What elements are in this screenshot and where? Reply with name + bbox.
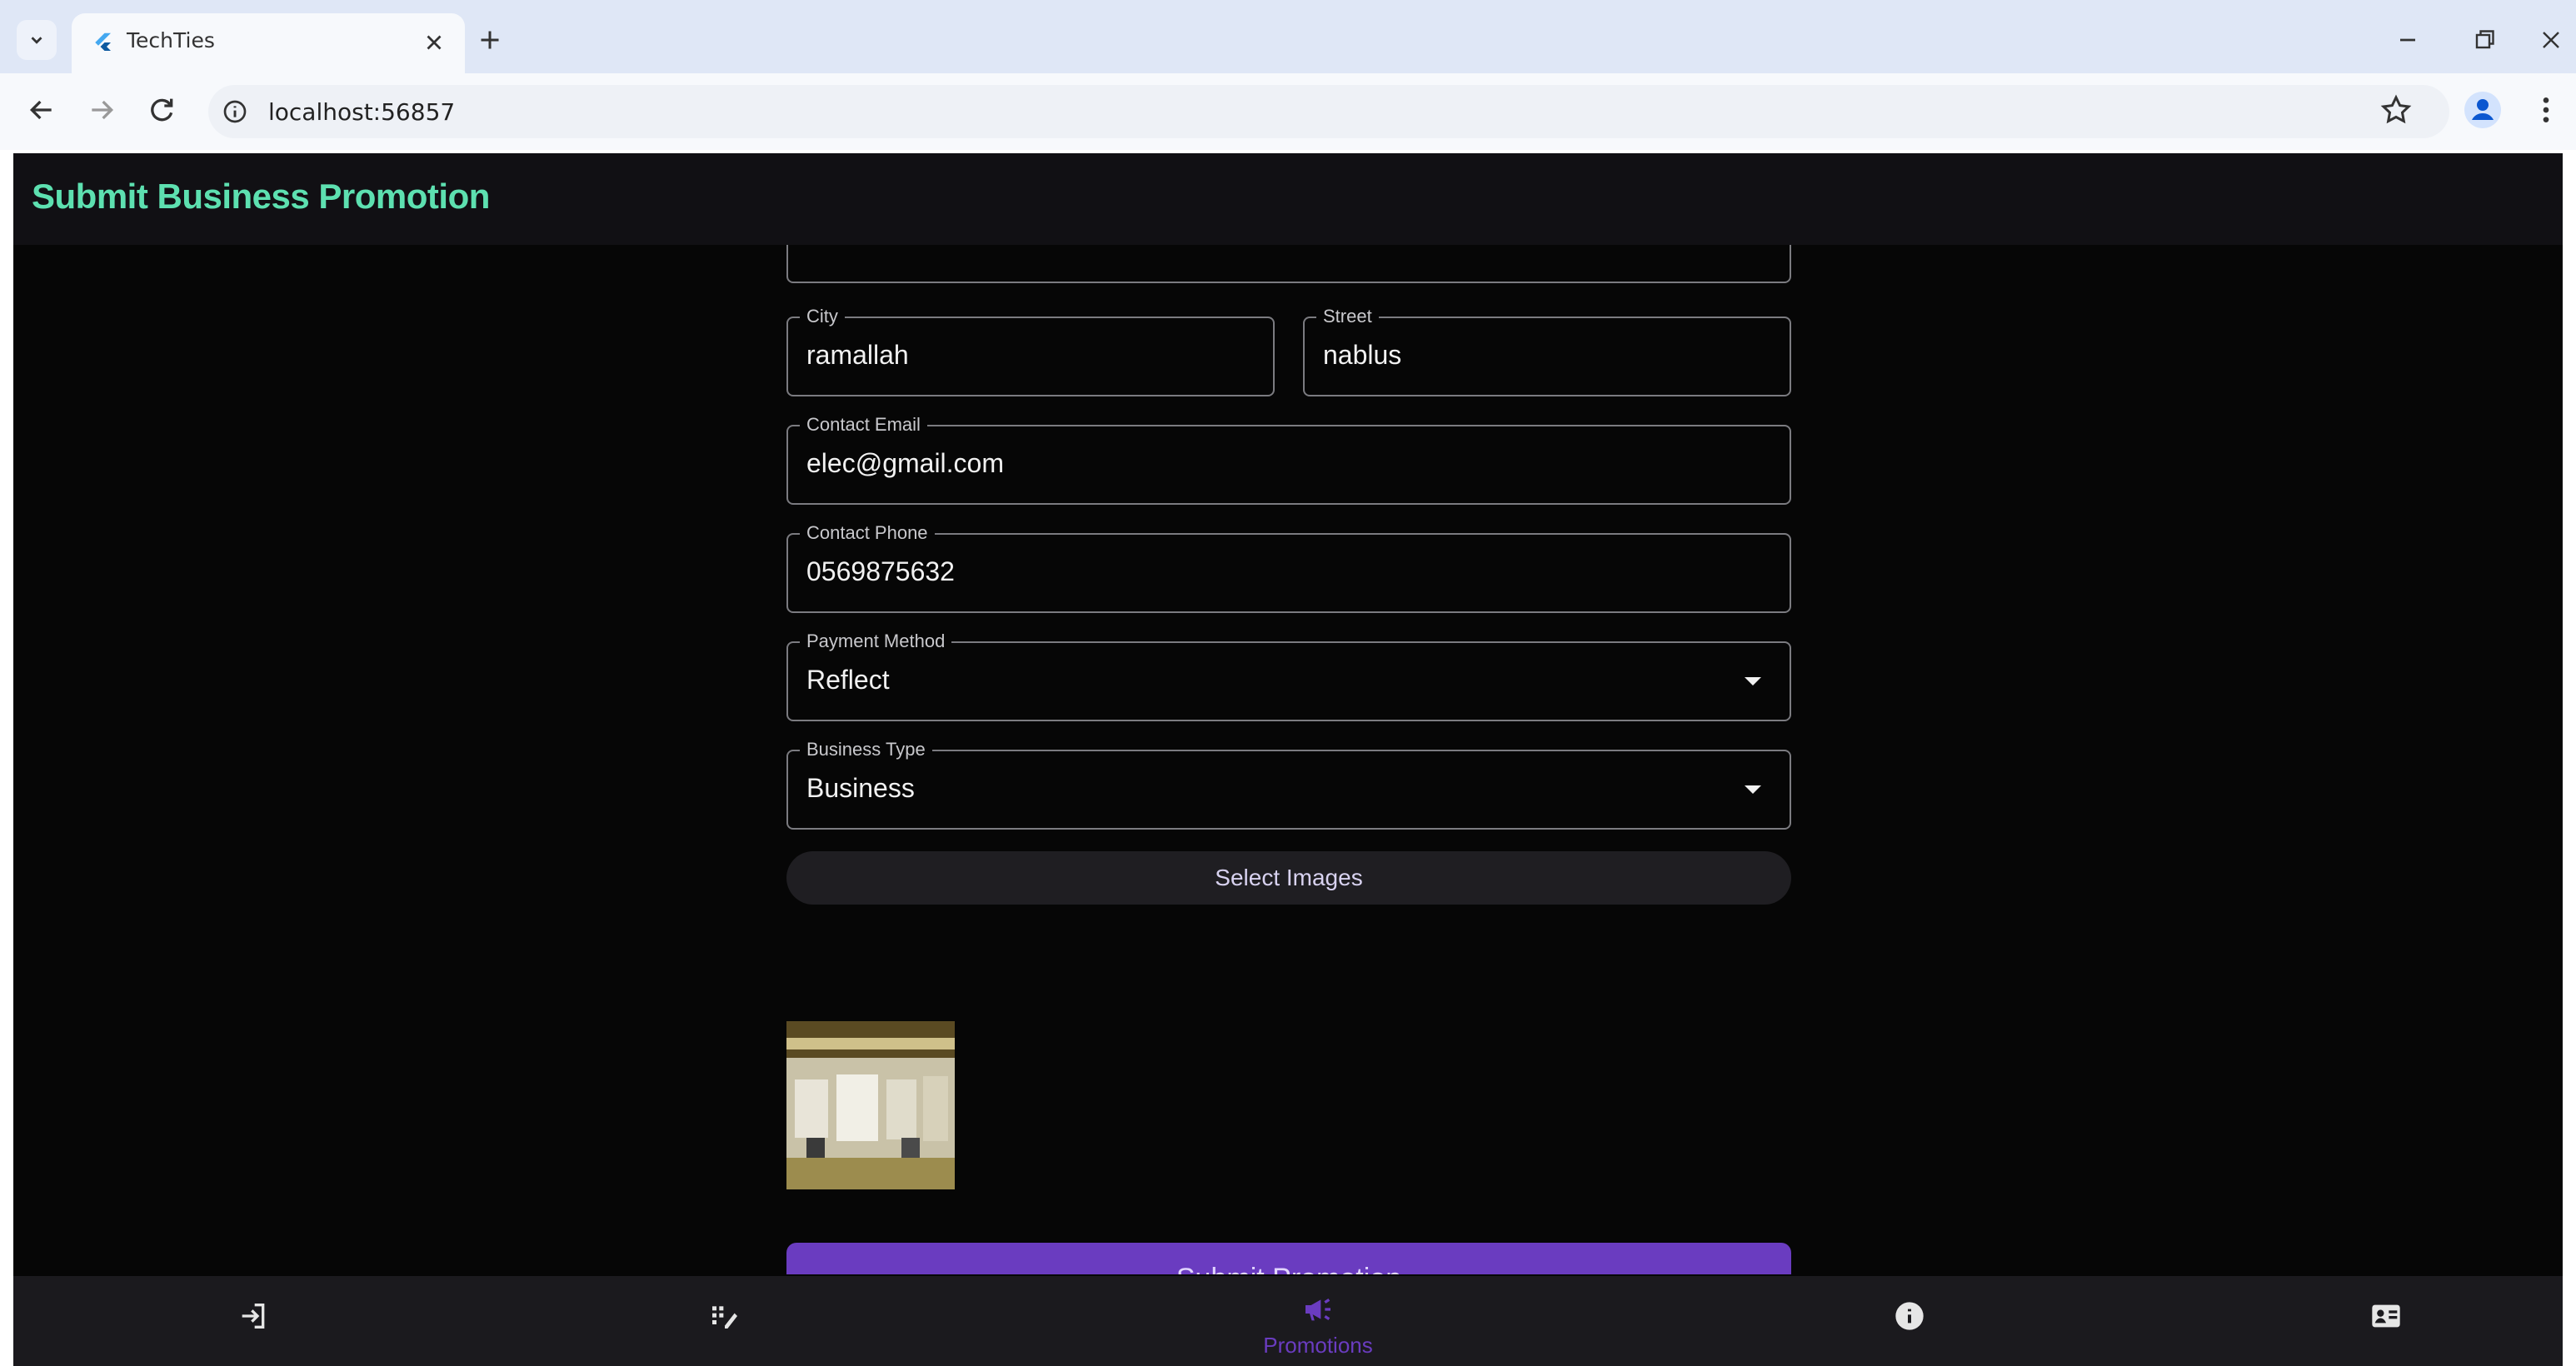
selected-image-thumbnail[interactable] [786,1021,955,1189]
nav-label-promotions: Promotions [1263,1333,1373,1358]
reload-icon[interactable] [145,93,178,127]
contact-phone-label: Contact Phone [800,522,935,544]
chevron-down-icon [31,37,42,44]
nav-item-login[interactable] [203,1276,303,1366]
dropdown-arrow-icon [1745,785,1761,794]
browser-tab[interactable]: TechTies [72,13,465,73]
street-label: Street [1316,306,1379,327]
select-images-button[interactable]: Select Images [786,851,1791,905]
payment-method-value: Reflect [806,665,890,695]
close-tab-icon[interactable] [422,30,447,55]
contact-email-label: Contact Email [800,414,927,436]
bottom-navigation: Promotions [13,1276,2563,1366]
info-icon [1895,1302,1924,1330]
browser-toolbar: localhost:56857 [0,73,2576,150]
site-info-icon[interactable] [222,98,248,125]
street-value: nablus [1323,340,1402,370]
scrolled-field[interactable] [786,245,1791,283]
city-label: City [800,306,845,327]
flutter-logo-icon [95,32,111,51]
payment-method-label: Payment Method [800,631,952,652]
tab-search-button[interactable] [17,20,57,60]
nav-item-promotions[interactable]: Promotions [1263,1276,1373,1366]
contact-phone-field[interactable]: Contact Phone 0569875632 [786,522,1791,613]
page-title: Submit Business Promotion [32,177,490,216]
bookmark-star-icon[interactable] [2379,93,2413,127]
payment-method-dropdown[interactable]: Payment Method Reflect [786,631,1791,721]
contact-email-field[interactable]: Contact Email elec@gmail.com [786,414,1791,505]
back-icon[interactable] [25,93,58,127]
browser-tabstrip: TechTies [0,0,2576,73]
city-field[interactable]: City ramallah [786,306,1275,396]
business-type-dropdown[interactable]: Business Type Business [786,739,1791,830]
submit-promotion-button[interactable]: Submit Promotion [786,1243,1791,1274]
contact-card-icon [2372,1304,2400,1328]
campaign-icon [1305,1298,1330,1321]
minimize-icon[interactable] [2393,25,2423,55]
city-value: ramallah [806,340,909,370]
app-viewport: Submit Business Promotion City ramallah … [13,153,2563,1366]
form-scroll-area[interactable]: City ramallah Street nablus Contact Emai… [13,245,2563,1274]
url-text: localhost:56857 [268,98,456,126]
forward-icon[interactable] [85,93,118,127]
nav-item-contact[interactable] [2336,1276,2436,1366]
business-type-label: Business Type [800,739,932,760]
dropdown-arrow-icon [1745,677,1761,685]
app-bar: Submit Business Promotion [13,153,2563,245]
new-tab-icon[interactable] [475,25,505,55]
store-photo-image [786,1021,955,1189]
profile-avatar-icon[interactable] [2463,90,2503,130]
contact-email-value: elec@gmail.com [806,448,1004,478]
close-window-icon[interactable] [2536,25,2566,55]
menu-kebab-icon[interactable] [2529,93,2563,127]
business-type-value: Business [806,773,915,803]
contact-phone-value: 0569875632 [806,556,955,586]
street-field[interactable]: Street nablus [1303,306,1791,396]
edit-list-icon [712,1306,737,1329]
restore-icon[interactable] [2469,25,2499,55]
nav-item-edit-list[interactable] [675,1276,775,1366]
address-bar[interactable]: localhost:56857 [208,85,2449,138]
nav-item-info[interactable] [1860,1276,1959,1366]
login-icon [242,1304,265,1329]
tab-title: TechTies [127,28,215,52]
